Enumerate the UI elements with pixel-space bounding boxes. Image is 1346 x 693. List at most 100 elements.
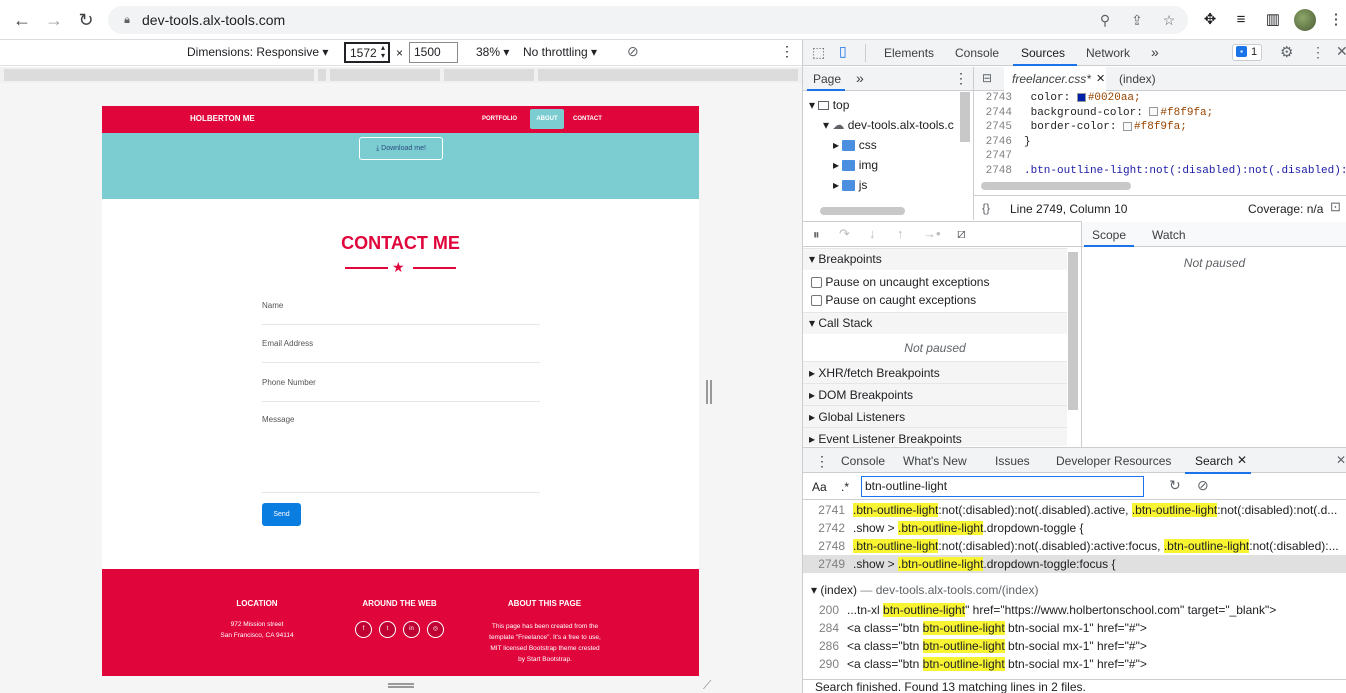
page-brand[interactable]: HOLBERTON ME [190,114,255,123]
ruler-segment[interactable] [4,69,314,81]
lock-icon[interactable]: 🔒︎ [118,11,136,29]
step-over-icon[interactable]: ↷ [839,226,850,242]
search-result-row[interactable]: 290 <a class="btn btn-outline-light btn-s… [803,655,1346,673]
match-case-toggle[interactable]: Aa [812,480,827,494]
search-file-group[interactable]: ▾ (index) — dev-tools.alx-tools.com/(ind… [811,583,1038,597]
close-search-tab-icon[interactable]: ✕ [1237,453,1247,467]
address-bar[interactable]: 🔒︎ dev-tools.alx-tools.com ⚲ ⇪ ☆ [108,6,1188,34]
nav-about[interactable]: ABOUT [530,109,564,129]
tree-folder-js[interactable]: ▸ js [833,178,867,192]
facebook-icon[interactable]: f [355,621,372,638]
inspect-icon[interactable]: ⬚ [812,44,825,61]
code-editor[interactable]: 2743 color: #0020aa; 2744 background-colo… [974,92,1346,190]
ruler-segment[interactable] [330,69,440,81]
download-button[interactable]: ⤓ Download me! [359,137,443,160]
color-swatch[interactable] [1123,121,1133,131]
pause-icon[interactable]: ⏸ [813,227,820,243]
code-line[interactable]: 2746} [974,136,1346,148]
dom-breakpoints-header[interactable]: ▸ DOM Breakpoints [803,383,1067,405]
zoom-dropdown[interactable]: 38% ▾ [476,45,509,59]
nav-contact[interactable]: CONTACT [573,116,602,122]
drawer-menu-icon[interactable]: ⋮ [815,453,829,470]
code-line[interactable]: 2743 color: #0020aa; [974,92,1346,104]
resize-handle-right[interactable] [706,380,712,404]
tree-folder-css[interactable]: ▸ css [833,138,877,152]
caught-checkbox[interactable] [811,295,822,307]
close-tab-icon[interactable]: ✕ [1096,72,1105,85]
dribbble-icon[interactable]: ◎ [427,621,444,638]
breakpoints-header[interactable]: ▾ Breakpoints [803,248,1067,270]
width-input[interactable]: 1572 ▴ ▾ [344,42,390,63]
code-line[interactable]: 2747 [974,150,1346,162]
height-input[interactable]: 1500 [409,42,458,63]
linkedin-icon[interactable]: in [403,621,420,638]
pause-caught-option[interactable]: Pause on caught exceptions [811,293,976,307]
refresh-search-icon[interactable]: ↻ [1169,477,1181,494]
step-icon[interactable]: →• [923,226,941,241]
drawer-tab-issues[interactable]: Issues [995,454,1030,468]
footer-about-4[interactable]: by Start Bootstrap. [470,654,620,665]
tab-watch[interactable]: Watch [1152,228,1186,242]
search-result-row[interactable]: 2749 .show > .btn-outline-light.dropdown-… [803,555,1346,573]
search-input[interactable]: btn-outline-light [861,476,1144,497]
deactivate-breakpoints-icon[interactable]: ⧄ [957,225,966,242]
search-result-row[interactable]: 286 <a class="btn btn-outline-light btn-s… [803,637,1346,655]
color-swatch[interactable] [1149,107,1159,117]
nav-portfolio[interactable]: PORTFOLIO [482,116,517,122]
tab-page[interactable]: Page [813,72,841,86]
media-queue-icon[interactable]: ≡ [1231,10,1251,30]
global-listeners-header[interactable]: ▸ Global Listeners [803,405,1067,427]
color-swatch[interactable] [1076,92,1086,102]
resize-handle-bottom[interactable] [388,683,414,688]
call-stack-header[interactable]: ▾ Call Stack [803,312,1067,334]
phone-field[interactable]: Phone Number [262,378,316,387]
search-result-row[interactable]: 2748 .btn-outline-light:not(:disabled):no… [803,537,1346,555]
format-icon[interactable]: {} [982,201,990,215]
xhr-breakpoints-header[interactable]: ▸ XHR/fetch Breakpoints [803,361,1067,383]
drawer-tab-whats-new[interactable]: What's New [903,454,967,468]
close-drawer-icon[interactable]: ✕ [1336,453,1346,467]
editor-tab-index[interactable]: (index) [1119,72,1156,86]
more-navigator-icon[interactable]: » [856,70,864,86]
search-result-row[interactable]: 2741 .btn-outline-light:not(:disabled):no… [803,501,1346,519]
editor-h-scrollbar[interactable] [981,182,1131,190]
ruler-segment[interactable] [538,69,798,81]
share-icon[interactable]: ⇪ [1128,11,1146,29]
clear-search-icon[interactable]: ⊘ [1197,477,1209,494]
tab-sources[interactable]: Sources [1021,46,1065,60]
code-line[interactable]: 2748 .btn-outline-light:not(:disabled):no… [974,165,1346,177]
profile-avatar[interactable] [1294,9,1316,31]
name-field[interactable]: Name [262,301,283,310]
toggle-navigator-icon[interactable]: ⊟ [982,71,992,85]
side-panel-icon[interactable]: ▥ [1263,10,1283,30]
back-icon[interactable]: ← [10,8,34,32]
navigator-h-scrollbar[interactable] [820,207,905,215]
dimensions-dropdown[interactable]: Dimensions: Responsive ▾ [187,45,328,59]
extensions-icon[interactable]: ✥ [1200,10,1220,30]
editor-tab-freelancer[interactable]: freelancer.css* ✕ [1004,67,1106,91]
step-out-icon[interactable]: ↑ [897,226,904,241]
tree-folder-img[interactable]: ▸ img [833,158,878,172]
tab-console[interactable]: Console [955,46,999,60]
drawer-tab-developer-resources[interactable]: Developer Resources [1056,454,1171,468]
issues-badge[interactable]: ▪ 1 [1232,44,1262,61]
resize-handle-corner[interactable]: ⟋ [703,678,711,693]
step-into-icon[interactable]: ↓ [869,226,876,241]
message-field[interactable]: Message [262,415,294,424]
code-line[interactable]: 2744 background-color: #f8f9fa; [974,107,1346,119]
email-field[interactable]: Email Address [262,339,313,348]
browser-menu-icon[interactable]: ⋮ [1326,10,1346,30]
coverage-icon[interactable]: ⊡ [1330,199,1341,215]
tree-top[interactable]: ▾ top [809,98,849,112]
devtools-menu-icon[interactable]: ⋮ [1311,44,1325,61]
device-more-icon[interactable]: ⋮ [780,43,794,60]
drawer-tab-console[interactable]: Console [841,454,885,468]
search-result-row[interactable]: 2742 .show > .btn-outline-light.dropdown-… [803,519,1346,537]
throttling-dropdown[interactable]: No throttling ▾ [523,45,597,59]
tab-elements[interactable]: Elements [884,46,934,60]
sidebar-scrollbar[interactable] [1068,252,1078,410]
search-result-row[interactable]: 200 ...tn-xl btn-outline-light" href="htt… [803,601,1346,619]
navigator-v-scrollbar[interactable] [960,92,970,142]
close-devtools-icon[interactable]: ✕ [1336,43,1346,60]
pause-uncaught-option[interactable]: Pause on uncaught exceptions [811,275,989,289]
